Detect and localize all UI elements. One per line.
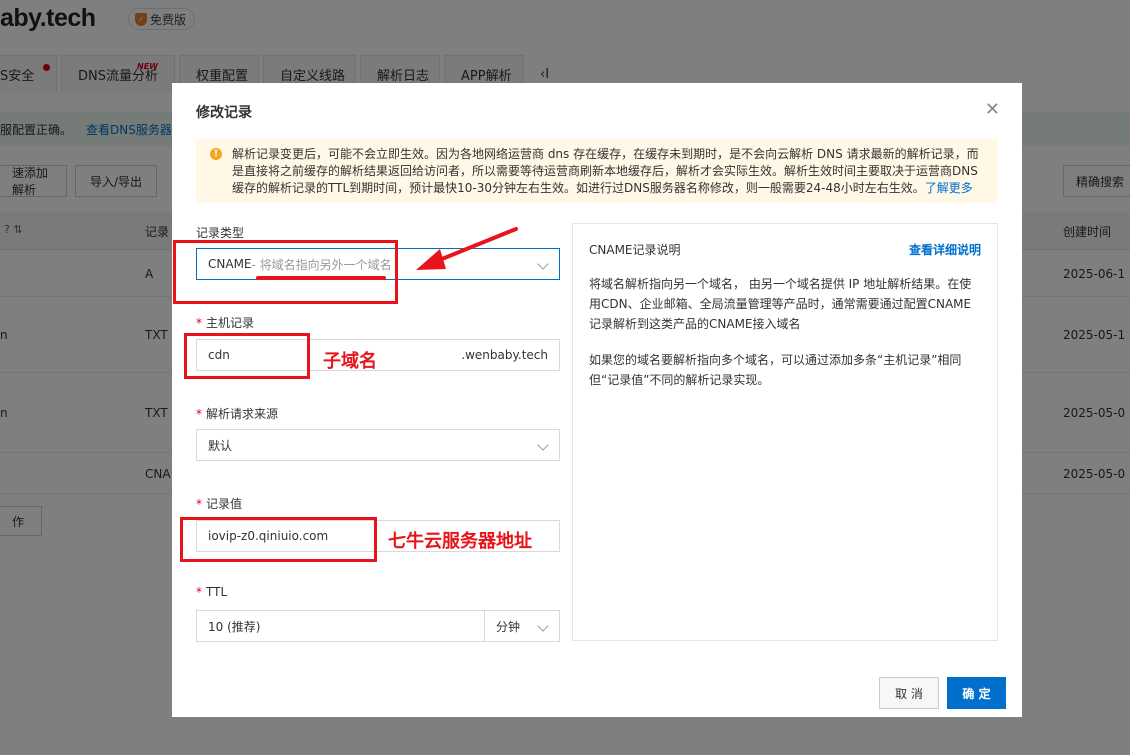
domain-suffix: .wenbaby.tech — [461, 348, 548, 362]
annotation-box-record-type — [173, 240, 398, 304]
ttl-label: * TTL — [196, 585, 228, 599]
learn-more-link[interactable]: 了解更多 — [925, 181, 973, 195]
cname-help-panel: CNAME记录说明 查看详细说明 将域名解析指向另一个域名， 由另一个域名提供 … — [572, 223, 998, 641]
ttl-unit-select[interactable]: 分钟 — [484, 610, 560, 642]
request-source-value: 默认 — [208, 438, 233, 453]
annotation-underline — [256, 276, 386, 280]
chevron-down-icon — [537, 258, 549, 270]
chevron-down-icon — [537, 620, 549, 632]
view-detail-link[interactable]: 查看详细说明 — [909, 241, 981, 258]
ttl-input[interactable]: 10 (推荐) — [196, 610, 485, 642]
record-type-label: 记录类型 — [196, 226, 245, 240]
ttl-unit-value: 分钟 — [496, 619, 521, 634]
annotation-box-host — [184, 333, 310, 379]
record-value-label: * 记录值 — [196, 497, 243, 511]
alert-text: 解析记录变更后，可能不会立即生效。因为各地网络运营商 dns 存在缓存，在缓存未… — [232, 147, 979, 195]
cancel-button[interactable]: 取 消 — [879, 677, 939, 709]
chevron-down-icon — [537, 439, 549, 451]
annotation-subdomain: 子域名 — [323, 351, 377, 372]
annotation-qiniu-server: 七牛云服务器地址 — [388, 531, 532, 552]
help-paragraph-1: 将域名解析指向另一个域名， 由另一个域名提供 IP 地址解析结果。在使用CDN、… — [589, 277, 972, 331]
help-paragraph-2: 如果您的域名要解析指向多个域名，可以通过添加多条“主机记录”相同但“记录值”不同… — [589, 353, 962, 387]
propagation-alert: ! 解析记录变更后，可能不会立即生效。因为各地网络运营商 dns 存在缓存，在缓… — [196, 139, 998, 203]
ttl-value: 10 (推荐) — [208, 619, 261, 634]
help-title: CNAME记录说明 — [589, 243, 681, 257]
warning-icon: ! — [210, 148, 222, 160]
close-icon[interactable]: ✕ — [985, 99, 1000, 120]
request-source-label: * 解析请求来源 — [196, 407, 279, 421]
edit-record-dialog: 修改记录 ✕ ! 解析记录变更后，可能不会立即生效。因为各地网络运营商 dns … — [172, 83, 1022, 717]
annotation-arrow-icon — [416, 227, 518, 270]
confirm-button[interactable]: 确 定 — [947, 677, 1006, 709]
request-source-select[interactable]: 默认 — [196, 429, 560, 461]
dialog-title: 修改记录 — [196, 105, 252, 121]
annotation-box-record-value — [180, 517, 377, 562]
host-record-label: * 主机记录 — [196, 316, 255, 330]
